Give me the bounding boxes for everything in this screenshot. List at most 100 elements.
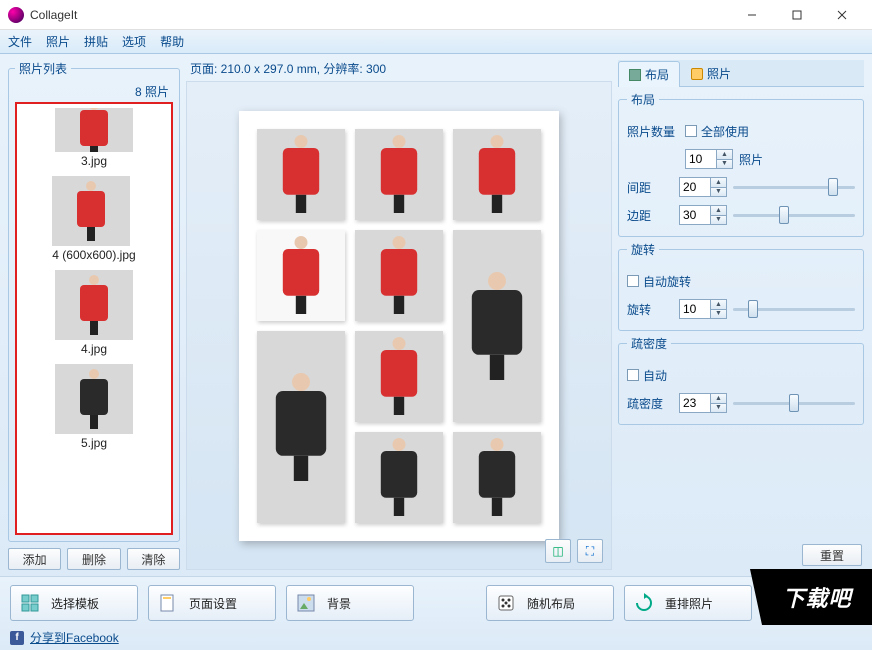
checkbox-icon <box>627 275 639 287</box>
tab-photo[interactable]: 照片 <box>680 60 742 86</box>
template-icon <box>19 592 41 614</box>
spin-down-icon[interactable]: ▼ <box>717 160 732 169</box>
menu-file[interactable]: 文件 <box>8 33 32 50</box>
close-button[interactable] <box>819 1 864 29</box>
photo-count-spinner[interactable]: ▲▼ <box>685 149 733 169</box>
menu-collage[interactable]: 拼贴 <box>84 33 108 50</box>
reset-button[interactable]: 重置 <box>802 544 862 566</box>
spacing-slider[interactable] <box>733 178 855 196</box>
margin-input[interactable] <box>680 206 710 224</box>
spin-up-icon[interactable]: ▲ <box>711 206 726 216</box>
thumbnail-list[interactable]: 3.jpg 4 (600x600).jpg 4.jpg 5.jpg <box>15 102 173 535</box>
thumbnail-image <box>55 108 133 152</box>
margin-slider[interactable] <box>733 206 855 224</box>
auto-density-label: 自动 <box>643 367 667 384</box>
spin-down-icon[interactable]: ▼ <box>711 404 726 413</box>
facebook-link[interactable]: 分享到Facebook <box>30 629 119 646</box>
list-item[interactable]: 4.jpg <box>55 270 133 362</box>
maximize-button[interactable] <box>774 1 819 29</box>
spin-down-icon[interactable]: ▼ <box>711 310 726 319</box>
density-group-title: 疏密度 <box>627 335 671 352</box>
spin-up-icon[interactable]: ▲ <box>711 178 726 188</box>
density-input[interactable] <box>680 394 710 412</box>
spin-down-icon[interactable]: ▼ <box>711 216 726 225</box>
collage-cell[interactable] <box>355 230 443 321</box>
spacing-input[interactable] <box>680 178 710 196</box>
dice-icon <box>495 592 517 614</box>
tab-layout[interactable]: 布局 <box>618 61 680 87</box>
bottom-toolbar: 选择模板 页面设置 背景 随机布局 重排照片 输出 f 分享到Facebook <box>0 576 872 650</box>
reshuffle-label: 重排照片 <box>665 595 713 612</box>
collage-cell[interactable] <box>257 331 345 523</box>
collage-cell[interactable] <box>355 331 443 422</box>
facebook-icon: f <box>10 631 24 645</box>
add-button[interactable]: 添加 <box>8 548 61 570</box>
density-group: 疏密度 自动 疏密度 ▲▼ <box>618 335 864 425</box>
thumbnail-image <box>52 176 130 246</box>
background-button[interactable]: 背景 <box>286 585 414 621</box>
spin-up-icon[interactable]: ▲ <box>717 150 732 160</box>
page-setup-icon <box>157 592 179 614</box>
clear-button[interactable]: 清除 <box>127 548 180 570</box>
collage-cell[interactable] <box>453 129 541 220</box>
list-item[interactable]: 3.jpg <box>55 108 133 174</box>
fit-icon: ⛶ <box>586 544 594 559</box>
margin-spinner[interactable]: ▲▼ <box>679 205 727 225</box>
page-setup-button[interactable]: 页面设置 <box>148 585 276 621</box>
big-buttons: 选择模板 页面设置 背景 随机布局 重排照片 输出 <box>10 585 862 621</box>
collage-canvas[interactable] <box>239 111 559 541</box>
collage-cell[interactable] <box>257 129 345 220</box>
photo-list-panel: 照片列表 8 照片 3.jpg 4 (600x600).jpg 4.jpg 5. <box>8 60 180 542</box>
center-panel: 页面: 210.0 x 297.0 mm, 分辨率: 300 ◫ ⛶ <box>186 60 612 570</box>
density-spinner[interactable]: ▲▼ <box>679 393 727 413</box>
collage-cell[interactable] <box>355 432 443 523</box>
menubar: 文件 照片 拼贴 选项 帮助 <box>0 30 872 54</box>
use-all-checkbox[interactable]: 全部使用 <box>685 123 749 140</box>
rotate-label: 旋转 <box>627 301 673 318</box>
rotate-slider[interactable] <box>733 300 855 318</box>
page-info: 页面: 210.0 x 297.0 mm, 分辨率: 300 <box>186 60 612 81</box>
app-title: CollageIt <box>30 8 729 22</box>
background-icon <box>295 592 317 614</box>
thumbnail-label: 5.jpg <box>55 434 133 456</box>
layout-group: 布局 照片数量 全部使用 ▲▼ 照片 间距 ▲▼ 边距 ▲▼ <box>618 91 864 237</box>
delete-button[interactable]: 删除 <box>67 548 120 570</box>
window-controls <box>729 1 864 29</box>
collage-cell[interactable] <box>453 432 541 523</box>
auto-rotate-checkbox[interactable]: 自动旋转 <box>627 273 691 290</box>
rotate-input[interactable] <box>680 300 710 318</box>
minimize-button[interactable] <box>729 1 774 29</box>
thumbnail-label: 4.jpg <box>55 340 133 362</box>
list-item[interactable]: 5.jpg <box>55 364 133 456</box>
photo-count-label: 照片数量 <box>627 123 679 140</box>
auto-density-checkbox[interactable]: 自动 <box>627 367 667 384</box>
canvas-area[interactable]: ◫ ⛶ <box>186 81 612 570</box>
collage-cell[interactable] <box>453 230 541 422</box>
menu-photo[interactable]: 照片 <box>46 33 70 50</box>
menu-options[interactable]: 选项 <box>122 33 146 50</box>
right-panel: 布局 照片 布局 照片数量 全部使用 ▲▼ 照片 间距 ▲▼ 边距 ▲▼ <box>618 60 864 570</box>
density-slider[interactable] <box>733 394 855 412</box>
menu-help[interactable]: 帮助 <box>160 33 184 50</box>
reshuffle-button[interactable]: 重排照片 <box>624 585 752 621</box>
refresh-icon <box>633 592 655 614</box>
photo-count-input[interactable] <box>686 150 716 168</box>
spacing-spinner[interactable]: ▲▼ <box>679 177 727 197</box>
main-area: 照片列表 8 照片 3.jpg 4 (600x600).jpg 4.jpg 5. <box>0 54 872 576</box>
collage-cell[interactable] <box>355 129 443 220</box>
template-button[interactable]: 选择模板 <box>10 585 138 621</box>
spin-down-icon[interactable]: ▼ <box>711 188 726 197</box>
canvas-tools: ◫ ⛶ <box>545 539 603 563</box>
photo-count: 8 照片 <box>15 81 173 102</box>
rotate-group-title: 旋转 <box>627 241 659 258</box>
random-layout-button[interactable]: 随机布局 <box>486 585 614 621</box>
collage-cell[interactable] <box>257 230 345 321</box>
spin-up-icon[interactable]: ▲ <box>711 394 726 404</box>
list-item[interactable]: 4 (600x600).jpg <box>52 176 135 268</box>
spin-up-icon[interactable]: ▲ <box>711 300 726 310</box>
watermark: 下载吧 <box>762 569 872 625</box>
rotate-spinner[interactable]: ▲▼ <box>679 299 727 319</box>
crop-button[interactable]: ◫ <box>545 539 571 563</box>
fit-button[interactable]: ⛶ <box>577 539 603 563</box>
layout-icon <box>629 69 641 81</box>
